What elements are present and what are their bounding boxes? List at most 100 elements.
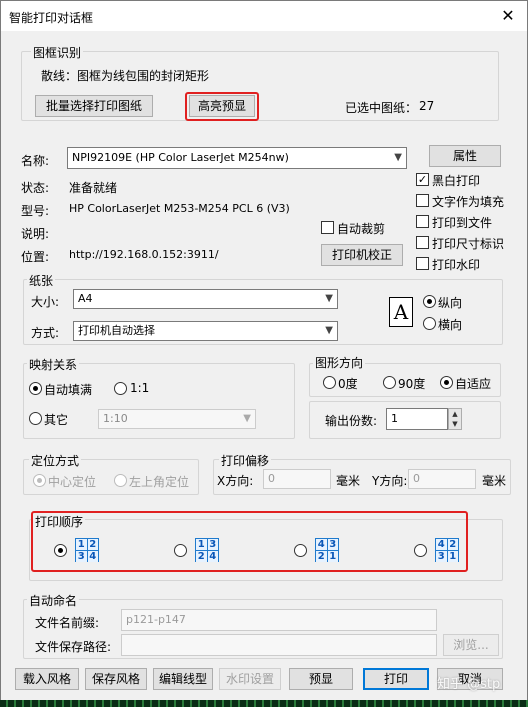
offset-title: 打印偏移 [219, 452, 272, 469]
printer-name-label: 名称: [21, 154, 50, 168]
center-radio[interactable] [33, 474, 46, 487]
prefix-input[interactable]: p121-p147 [121, 609, 437, 631]
order-1-icon: 1234 [75, 538, 99, 562]
order-1-radio[interactable] [54, 544, 67, 557]
dir-90-radio[interactable] [383, 376, 396, 389]
order-cell: 3 [327, 539, 338, 550]
close-icon[interactable]: ✕ [497, 5, 519, 27]
save-style-button[interactable]: 保存风格 [85, 668, 147, 690]
auto-crop-checkbox[interactable] [321, 221, 334, 234]
order-2-radio[interactable] [174, 544, 187, 557]
print-to-file-checkbox[interactable] [416, 215, 429, 228]
save-path-input[interactable] [121, 634, 437, 656]
text-fill-checkbox[interactable] [416, 194, 429, 207]
frame-recog-title: 图框识别 [31, 44, 84, 61]
print-dialog: 智能打印对话框 ✕ 图框识别 散线：图框为线包围的封闭矩形 批量选择打印图纸 高… [0, 0, 528, 707]
print-size-mark-checkbox[interactable] [416, 236, 429, 249]
order-cell: 3 [436, 551, 447, 562]
dir-auto-label: 自适应 [455, 377, 492, 391]
positioning-title: 定位方式 [29, 452, 82, 469]
preview-button[interactable]: 预显 [289, 668, 353, 690]
order-cell: 4 [316, 539, 327, 550]
spin-down-icon[interactable]: ▼ [449, 419, 461, 429]
model-label: 型号: [21, 204, 50, 218]
print-to-file-label: 打印到文件 [432, 216, 493, 230]
calibrate-button[interactable]: 打印机校正 [321, 244, 403, 266]
order-cell: 1 [327, 551, 338, 562]
direction-title: 图形方向 [313, 354, 366, 371]
chevron-down-icon: ▼ [394, 152, 402, 163]
ratio-select[interactable]: 1:10 ▼ [98, 409, 256, 429]
offset-x-input[interactable]: 0 [263, 469, 331, 489]
offset-y-input[interactable]: 0 [408, 469, 476, 489]
order-cell: 2 [196, 551, 207, 562]
bw-print-checkbox[interactable]: ✓ [416, 173, 429, 186]
order-cell: 4 [207, 551, 218, 562]
portrait-label: 纵向 [438, 296, 463, 310]
status-value: 准备就绪 [69, 181, 118, 195]
properties-button[interactable]: 属性 [429, 145, 501, 167]
copies-label: 输出份数: [325, 414, 378, 428]
landscape-radio[interactable] [423, 317, 436, 330]
portrait-radio[interactable] [423, 295, 436, 308]
one-to-one-label: 1:1 [130, 381, 150, 395]
center-label: 中心定位 [48, 475, 97, 489]
status-label: 状态: [21, 181, 50, 195]
spin-up-icon[interactable]: ▲ [449, 409, 461, 419]
paper-mode-value: 打印机自动选择 [78, 324, 155, 337]
order-2-icon: 1324 [195, 538, 219, 562]
dir-0-radio[interactable] [323, 376, 336, 389]
top-left-label: 左上角定位 [129, 475, 190, 489]
order-cell: 1 [76, 539, 87, 550]
order-3-radio[interactable] [294, 544, 307, 557]
desc-label: 说明: [21, 227, 50, 241]
print-watermark-checkbox[interactable] [416, 257, 429, 270]
order-cell: 4 [87, 551, 98, 562]
other-radio[interactable] [29, 412, 42, 425]
background-stripe [0, 700, 528, 707]
order-4-radio[interactable] [414, 544, 427, 557]
paper-size-label: 大小: [31, 295, 60, 309]
dir-0-label: 0度 [338, 377, 358, 391]
window-title: 智能打印对话框 [9, 11, 94, 25]
copies-input[interactable]: 1 [386, 408, 448, 430]
order-3-icon: 4321 [315, 538, 339, 562]
offset-y-unit: 毫米 [482, 474, 507, 488]
paper-size-value: A4 [78, 292, 93, 305]
model-value: HP ColorLaserJet M253-M254 PCL 6 (V3) [69, 202, 290, 215]
one-to-one-radio[interactable] [114, 382, 127, 395]
edit-linetype-button[interactable]: 编辑线型 [153, 668, 213, 690]
ratio-value: 1:10 [103, 412, 128, 425]
dir-auto-radio[interactable] [440, 376, 453, 389]
title-bar: 智能打印对话框 ✕ [1, 1, 527, 31]
highlight-annotation [185, 92, 259, 121]
offset-x-unit: 毫米 [336, 474, 361, 488]
copies-stepper[interactable]: ▲ ▼ [448, 408, 462, 430]
watermark-settings-button[interactable]: 水印设置 [219, 668, 281, 690]
auto-fill-radio[interactable] [29, 382, 42, 395]
location-label: 位置: [21, 250, 50, 264]
bw-print-label: 黑白打印 [432, 174, 481, 188]
selected-count: 27 [419, 99, 435, 113]
prefix-label: 文件名前缀: [35, 616, 100, 630]
load-style-button[interactable]: 载入风格 [15, 668, 79, 690]
order-cell: 4 [436, 539, 447, 550]
order-cell: 1 [447, 551, 458, 562]
top-left-radio[interactable] [114, 474, 127, 487]
watermark-text: 知乎 @stp [437, 677, 501, 692]
chevron-down-icon: ▼ [243, 413, 251, 424]
text-fill-label: 文字作为填充 [432, 195, 505, 209]
paper-mode-select[interactable]: 打印机自动选择 ▼ [73, 321, 338, 341]
offset-y-label: Y方向: [372, 474, 408, 488]
paper-mode-label: 方式: [31, 326, 60, 340]
print-button[interactable]: 打印 [363, 668, 429, 690]
order-cell: 2 [447, 539, 458, 550]
chevron-down-icon: ▼ [325, 293, 333, 304]
save-path-label: 文件保存路径: [35, 640, 112, 654]
browse-button[interactable]: 浏览... [443, 634, 499, 656]
location-value: http://192.168.0.152:3911/ [69, 248, 219, 261]
batch-select-button[interactable]: 批量选择打印图纸 [35, 95, 153, 117]
order-4-icon: 4231 [435, 538, 459, 562]
printer-name-select[interactable]: NPI92109E (HP Color LaserJet M254nw) ▼ [67, 147, 407, 169]
paper-size-select[interactable]: A4 ▼ [73, 289, 338, 309]
